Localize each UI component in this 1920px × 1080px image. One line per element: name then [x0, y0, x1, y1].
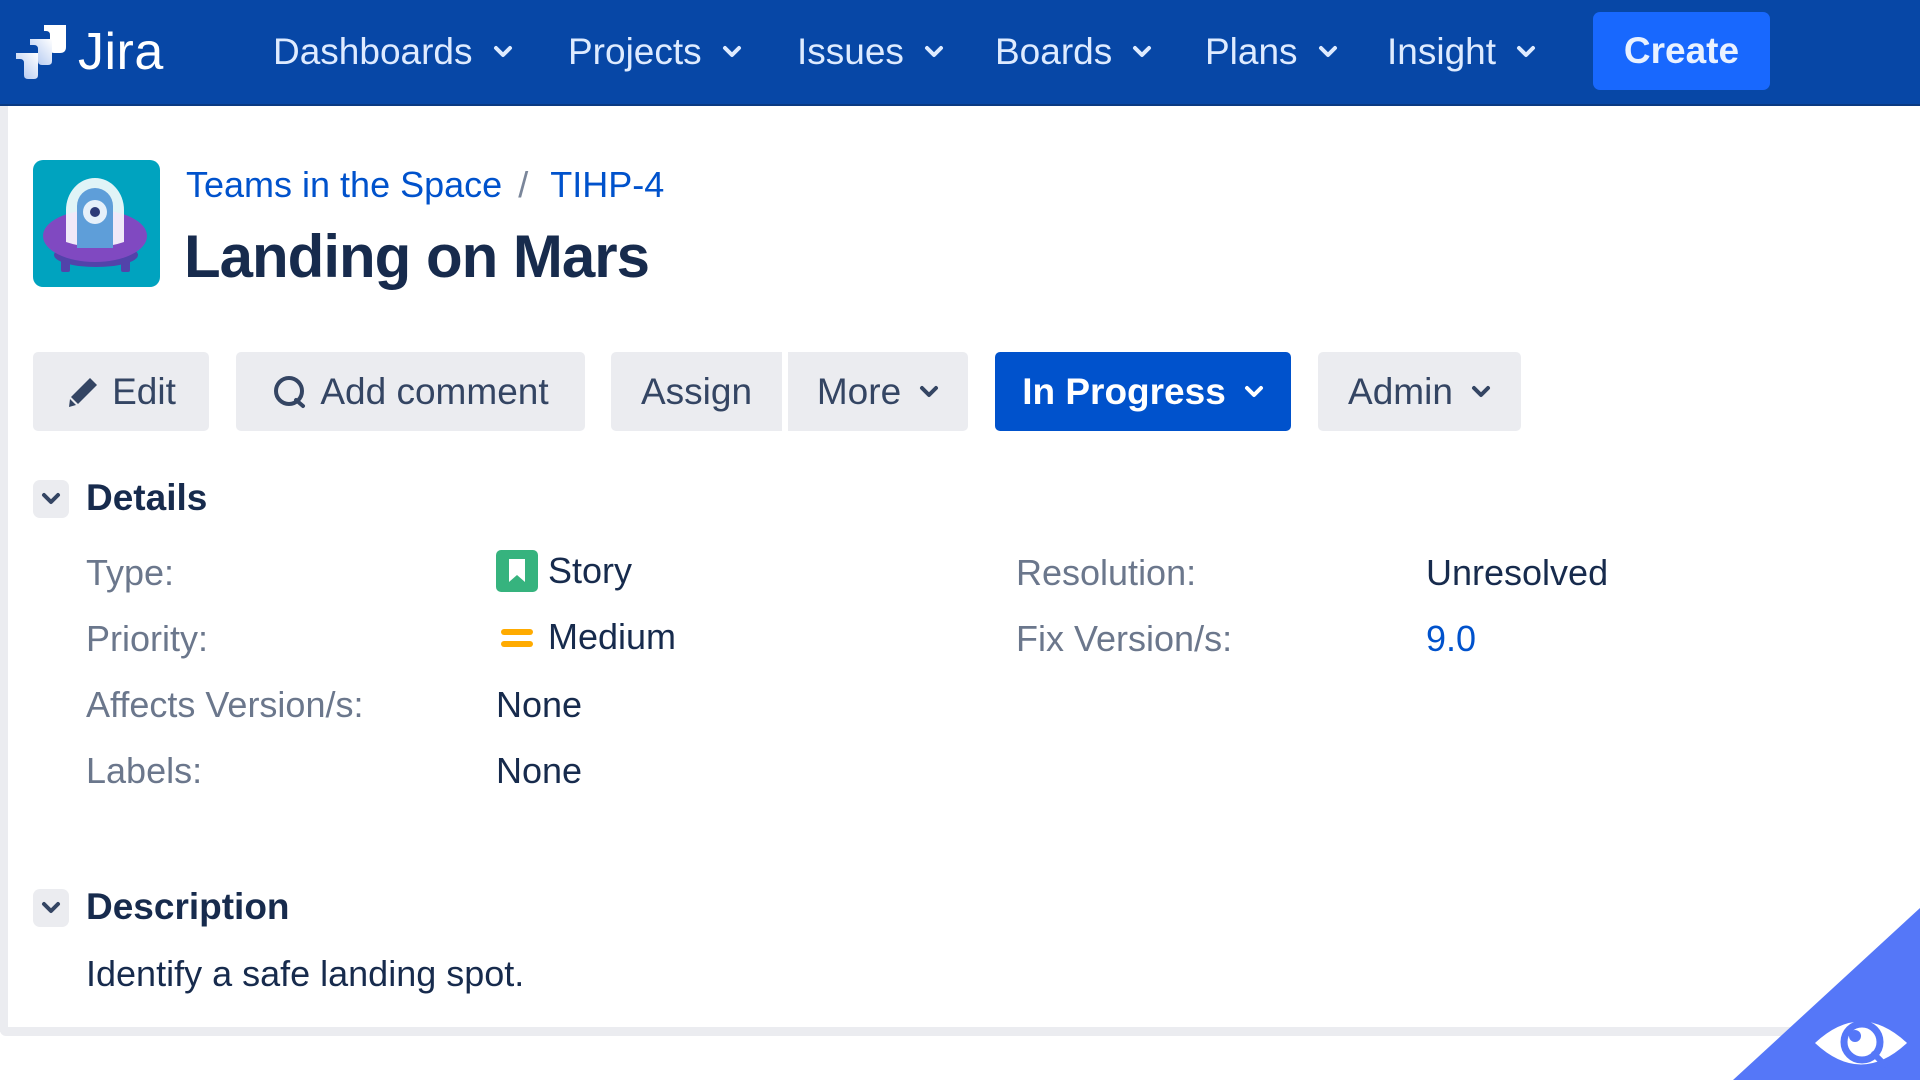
details-toggle[interactable] [33, 480, 69, 518]
chevron-down-icon [1471, 385, 1490, 397]
add-comment-label: Add comment [320, 370, 549, 412]
nav-dashboards[interactable]: Dashboards [273, 0, 513, 104]
type-value: Story [496, 550, 632, 592]
edit-label: Edit [112, 370, 176, 412]
labels-label: Labels: [86, 750, 203, 791]
resolution-label: Resolution: [1016, 552, 1197, 593]
top-navigation-bar: Jira Dashboards Projects Issues Boards P… [0, 0, 1920, 106]
breadcrumb-project-link[interactable]: Teams in the Space [186, 164, 502, 206]
assign-label: Assign [640, 370, 753, 412]
affects-version-label: Affects Version/s: [86, 684, 364, 725]
type-value-text: Story [548, 550, 633, 591]
description-text[interactable]: Identify a safe landing spot. [86, 953, 524, 995]
watch-corner-badge[interactable] [1733, 908, 1920, 1080]
nav-projects[interactable]: Projects [568, 0, 742, 104]
panel-border-bottom [0, 1027, 1800, 1036]
chevron-down-icon [920, 385, 939, 397]
app-name: Jira [78, 23, 164, 81]
nav-boards[interactable]: Boards [995, 0, 1152, 104]
status-in-progress-button[interactable]: In Progress [995, 352, 1291, 431]
fix-version-value: 9.0 [1426, 618, 1476, 660]
breadcrumb: Teams in the Space / TIHP-4 [186, 164, 664, 206]
story-icon [496, 550, 538, 592]
nav-insight-label: Insight [1387, 31, 1497, 72]
nav-plans-label: Plans [1205, 31, 1298, 72]
jira-logo-icon [16, 25, 66, 79]
chevron-down-icon [42, 493, 60, 504]
admin-label: Admin [1348, 370, 1453, 412]
more-label: More [816, 370, 902, 412]
chevron-down-icon [1517, 46, 1536, 57]
chevron-down-icon [493, 46, 512, 57]
more-button[interactable]: More [788, 352, 968, 431]
priority-label: Priority: [86, 618, 209, 659]
chevron-down-icon [722, 46, 741, 57]
nav-dashboards-label: Dashboards [273, 31, 473, 72]
chevron-down-icon [1318, 46, 1337, 57]
project-avatar[interactable] [33, 160, 160, 287]
status-label: In Progress [1022, 370, 1226, 412]
nav-plans[interactable]: Plans [1205, 0, 1338, 104]
issue-title: Landing on Mars [184, 223, 650, 290]
chevron-down-icon [924, 46, 943, 57]
type-label: Type: [86, 552, 175, 593]
details-heading: Details [86, 477, 208, 518]
labels-value: None [496, 750, 583, 791]
nav-insight[interactable]: Insight [1387, 0, 1536, 104]
edit-button[interactable]: Edit [33, 352, 209, 431]
priority-value-text: Medium [548, 616, 677, 657]
panel-border-left [0, 106, 8, 1032]
create-button[interactable]: Create [1593, 12, 1770, 90]
chevron-down-icon [1244, 385, 1263, 397]
fix-version-link[interactable]: 9.0 [1426, 618, 1476, 660]
add-comment-button[interactable]: Add comment [236, 352, 585, 431]
chevron-down-icon [1133, 46, 1152, 57]
priority-medium-icon [501, 629, 533, 647]
pencil-icon [69, 377, 98, 407]
affects-version-value: None [496, 684, 583, 725]
breadcrumb-issue-key-link[interactable]: TIHP-4 [550, 164, 664, 206]
assign-button[interactable]: Assign [611, 352, 782, 431]
fix-version-label: Fix Version/s: [1016, 618, 1233, 659]
admin-button[interactable]: Admin [1318, 352, 1521, 431]
description-toggle[interactable] [33, 889, 69, 927]
description-heading: Description [86, 886, 290, 927]
nav-boards-label: Boards [995, 31, 1113, 72]
ufo-icon [43, 178, 147, 272]
chevron-down-icon [42, 902, 60, 913]
jira-logo[interactable]: Jira [10, 22, 164, 82]
breadcrumb-separator: / [518, 164, 529, 205]
priority-value: Medium [496, 616, 676, 658]
nav-projects-label: Projects [568, 31, 702, 72]
resolution-value: Unresolved [1426, 552, 1609, 593]
nav-issues[interactable]: Issues [797, 0, 944, 104]
nav-issues-label: Issues [797, 31, 904, 72]
comment-icon [274, 375, 306, 408]
